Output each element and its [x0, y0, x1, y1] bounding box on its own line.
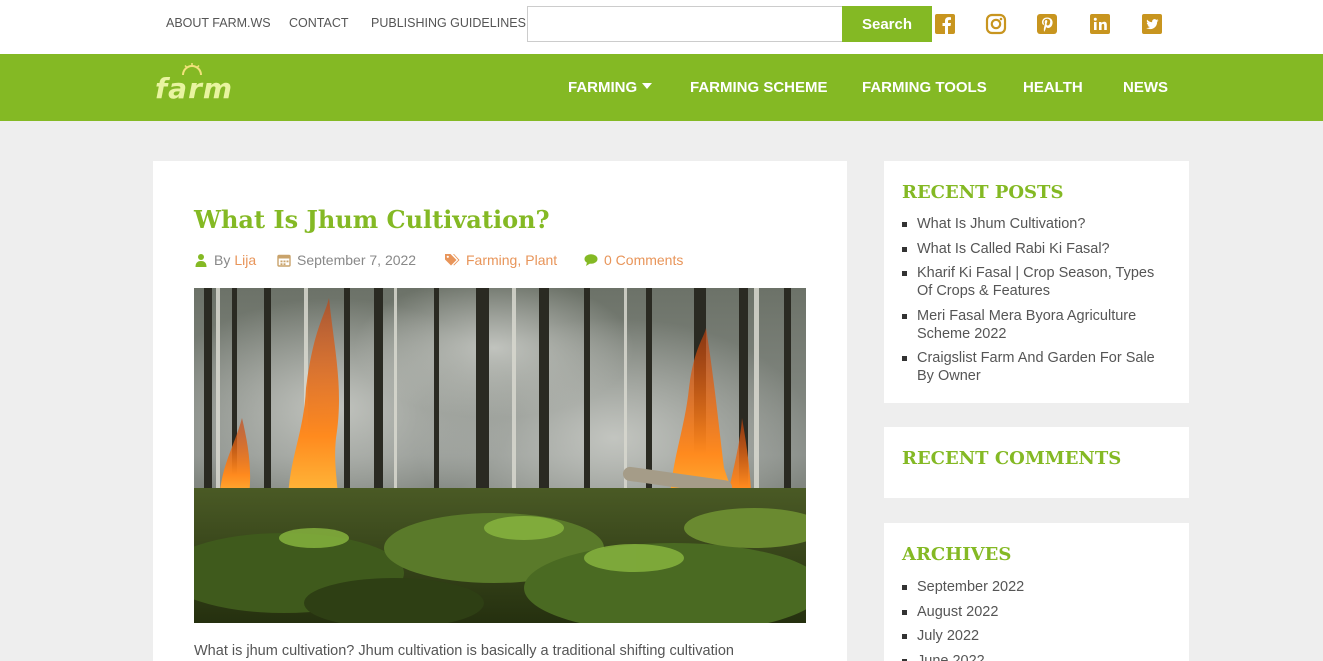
nav-item-farming-scheme[interactable]: FARMING SCHEME — [690, 79, 828, 96]
archive-item[interactable]: September 2022 — [902, 578, 1172, 596]
featured-image[interactable] — [194, 288, 806, 623]
archive-item[interactable]: July 2022 — [902, 627, 1172, 645]
archives-title: ARCHIVES — [902, 544, 1012, 565]
pinterest-icon[interactable] — [1036, 13, 1058, 35]
recent-post-item[interactable]: Craigslist Farm And Garden For Sale By O… — [902, 349, 1172, 385]
archives-list: September 2022 August 2022 July 2022 Jun… — [902, 578, 1172, 661]
recent-post-item[interactable]: Kharif Ki Fasal | Crop Season, Types Of … — [902, 264, 1172, 300]
recent-posts-widget: RECENT POSTS What Is Jhum Cultivation? W… — [884, 161, 1189, 403]
caret-down-icon — [642, 83, 653, 89]
calendar-icon — [277, 254, 291, 267]
nav-item-news[interactable]: NEWS — [1123, 79, 1168, 96]
nav-item-farming-label: FARMING — [568, 79, 638, 96]
category-link-farming[interactable]: Farming — [466, 252, 517, 268]
search-input[interactable] — [527, 6, 843, 42]
author-link[interactable]: Lija — [234, 252, 256, 268]
recent-post-item[interactable]: What Is Jhum Cultivation? — [902, 215, 1172, 233]
site-logo[interactable]: farm — [155, 62, 245, 112]
archive-item[interactable]: August 2022 — [902, 603, 1172, 621]
tags-icon — [445, 254, 460, 266]
top-bar: ABOUT FARM.WS CONTACT PUBLISHING GUIDELI… — [0, 0, 1323, 54]
nav-item-health[interactable]: HEALTH — [1023, 79, 1083, 96]
post-date: September 7, 2022 — [297, 252, 417, 268]
post-title[interactable]: What Is Jhum Cultivation? — [194, 205, 550, 234]
recent-comments-widget: RECENT COMMENTS — [884, 427, 1189, 498]
comment-icon — [584, 254, 598, 266]
comments-link[interactable]: 0 Comments — [604, 252, 683, 268]
twitter-icon[interactable] — [1141, 13, 1163, 35]
archive-item[interactable]: June 2022 — [902, 652, 1172, 661]
by-label: By — [214, 252, 231, 268]
user-icon — [195, 254, 207, 267]
archives-widget: ARCHIVES September 2022 August 2022 July… — [884, 523, 1189, 661]
forest-fire-image — [194, 288, 806, 623]
facebook-icon[interactable] — [934, 13, 956, 35]
main-navbar: farm FARMING FARMING SCHEME FARMING TOOL… — [0, 54, 1323, 121]
nav-item-farming-tools[interactable]: FARMING TOOLS — [862, 79, 987, 96]
category-link-plant[interactable]: Plant — [525, 252, 557, 268]
recent-posts-title: RECENT POSTS — [902, 182, 1064, 203]
category-separator: , — [517, 252, 522, 268]
instagram-icon[interactable] — [985, 13, 1007, 35]
nav-item-farming[interactable]: FARMING — [568, 79, 653, 96]
recent-post-item[interactable]: What Is Called Rabi Ki Fasal? — [902, 240, 1172, 258]
linkedin-icon[interactable] — [1089, 13, 1111, 35]
recent-post-item[interactable]: Meri Fasal Mera Byora Agriculture Scheme… — [902, 307, 1172, 343]
recent-posts-list: What Is Jhum Cultivation? What Is Called… — [902, 215, 1172, 392]
post-categories-meta: Farming, Plant — [444, 252, 557, 268]
logo-text: farm — [155, 72, 234, 105]
top-link-publishing-guidelines[interactable]: PUBLISHING GUIDELINES — [371, 16, 526, 30]
top-link-about[interactable]: ABOUT FARM.WS — [166, 16, 271, 30]
post-date-meta: September 7, 2022 — [277, 252, 416, 268]
post-excerpt: What is jhum cultivation? Jhum cultivati… — [194, 643, 734, 659]
article-card: What Is Jhum Cultivation? By Lija Septem… — [153, 161, 847, 661]
recent-comments-title: RECENT COMMENTS — [902, 448, 1122, 469]
search-button[interactable]: Search — [842, 6, 932, 42]
top-link-contact[interactable]: CONTACT — [289, 16, 349, 30]
post-comments-meta: 0 Comments — [584, 252, 683, 268]
post-author-meta: By Lija — [194, 252, 256, 268]
